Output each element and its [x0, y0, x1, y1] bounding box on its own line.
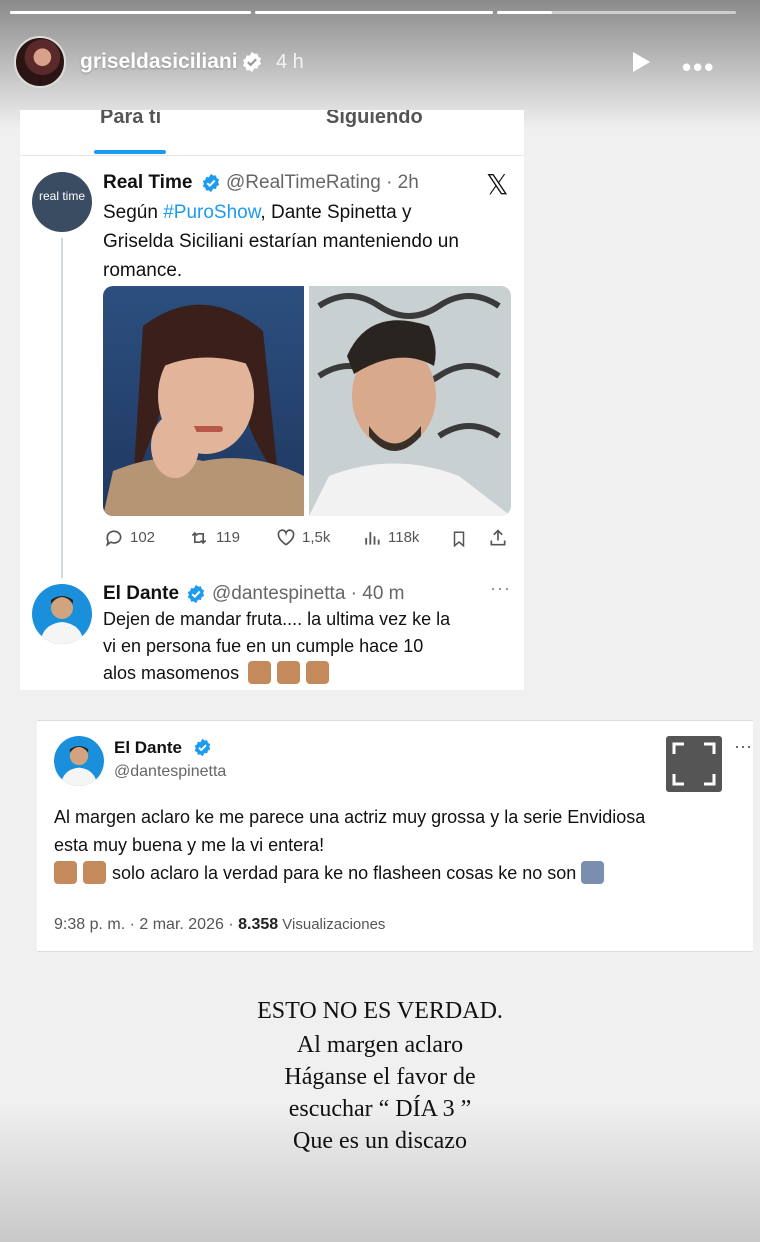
story-avatar[interactable]: [14, 36, 66, 88]
story-progress-3: [497, 11, 736, 14]
tweet2-avatar[interactable]: [54, 736, 104, 786]
tweet2-author-handle[interactable]: @dantespinetta: [114, 763, 226, 781]
tweet2-views: 8.358: [238, 916, 279, 933]
tweet-author-name[interactable]: Real Time: [103, 172, 192, 194]
tweet-photo-woman[interactable]: [103, 286, 304, 516]
tweet-text-line: Griselda Siciliani estarían manteniendo …: [103, 231, 459, 252]
tweet-text-line: romance.: [103, 260, 183, 281]
thread-connector: [61, 238, 63, 578]
like-count[interactable]: 1,5k: [276, 528, 330, 548]
views-count[interactable]: 118k: [362, 528, 419, 548]
story-footer-shade: [0, 1102, 760, 1242]
realtime-avatar-text: real time: [38, 189, 85, 203]
caption-line: ESTO NO ES VERDAD.: [257, 998, 503, 1024]
tweet-photo-man[interactable]: [309, 286, 511, 516]
more-icon[interactable]: •••: [682, 52, 715, 83]
tweet2-text-line: solo aclaro la verdad para ke no flashee…: [112, 863, 577, 883]
active-tab-indicator: [94, 150, 166, 154]
tweet2-author-name[interactable]: El Dante: [114, 738, 182, 758]
caption-line: Al margen aclaro: [296, 1032, 464, 1058]
tweet-text-part: Según: [103, 202, 164, 223]
tweet2-text-line: Al margen aclaro ke me parece una actriz…: [54, 807, 646, 827]
tweet-text-part: , Dante Spinetta y: [260, 202, 412, 223]
thumbs-up-emoji: [248, 660, 335, 684]
tweet2-text: Al margen aclaro ke me parece una actriz…: [54, 803, 645, 887]
story-username[interactable]: griseldasiciliani: [80, 50, 238, 74]
bookmark-icon[interactable]: [450, 529, 468, 549]
retweet-icon: [191, 531, 207, 545]
tweet2-views-label: Visualizaciones: [278, 916, 386, 933]
tab-para-ti[interactable]: Para ti: [100, 110, 161, 129]
reply-count-value: 102: [130, 528, 156, 546]
tweet2-meta: 9:38 p. m. · 2 mar. 2026 · 8.358 Visuali…: [54, 916, 385, 934]
story-time: 4 h: [276, 51, 304, 73]
verified-badge-icon: [202, 173, 220, 193]
expand-icon[interactable]: [666, 736, 722, 792]
reply-author-name[interactable]: El Dante: [103, 583, 179, 605]
tweet2-text-line: esta muy buena y me la vi entera!: [54, 835, 325, 855]
caption-line: escuchar “ DÍA 3 ”: [288, 1096, 472, 1122]
tweet-text: Según #PuroShow, Dante Spinetta y Grisel…: [103, 198, 459, 285]
story-progress-1: [10, 11, 251, 14]
reply-text-line: alos masomenos: [103, 663, 240, 683]
share-icon[interactable]: [488, 528, 508, 548]
x-logo-icon: 𝕏: [486, 168, 509, 201]
tweet-author-handle[interactable]: @RealTimeRating · 2h: [226, 172, 419, 194]
reply-more-icon[interactable]: ···: [490, 578, 511, 599]
tab-siguiendo[interactable]: Siguiendo: [326, 110, 423, 129]
caption-line: Que es un discazo: [293, 1128, 467, 1154]
tweet2-timestamp: 9:38 p. m. · 2 mar. 2026 ·: [54, 916, 239, 933]
like-icon: [277, 529, 295, 546]
views-count-value: 118k: [388, 528, 420, 546]
dante-avatar[interactable]: [32, 584, 92, 644]
views-icon: [365, 532, 380, 545]
story-progress-2: [255, 11, 493, 14]
like-count-value: 1,5k: [302, 528, 331, 546]
verified-badge-icon: [187, 584, 205, 604]
reply-icon: [105, 530, 122, 547]
tweet2-more-icon[interactable]: ···: [734, 736, 752, 757]
realtime-avatar[interactable]: real time: [32, 172, 92, 232]
reply-text: Dejen de mandar fruta.... la ultima vez …: [103, 606, 450, 687]
reply-text-line: Dejen de mandar fruta.... la ultima vez …: [103, 609, 451, 629]
verified-badge-icon: [194, 738, 211, 757]
tabs-divider: [20, 155, 524, 156]
reply-count[interactable]: 102: [104, 528, 155, 548]
verified-badge-icon: [243, 51, 261, 73]
hashtag-link[interactable]: #PuroShow: [163, 202, 260, 223]
reply-author-handle[interactable]: @dantespinetta · 40 m: [212, 583, 405, 605]
caption-line: Háganse el favor de: [284, 1064, 476, 1090]
retweet-count[interactable]: 119: [188, 528, 240, 548]
reply-text-line: vi en persona fue en un cumple hace 10: [103, 636, 424, 656]
play-icon[interactable]: [628, 50, 652, 74]
retweet-count-value: 119: [216, 528, 240, 546]
